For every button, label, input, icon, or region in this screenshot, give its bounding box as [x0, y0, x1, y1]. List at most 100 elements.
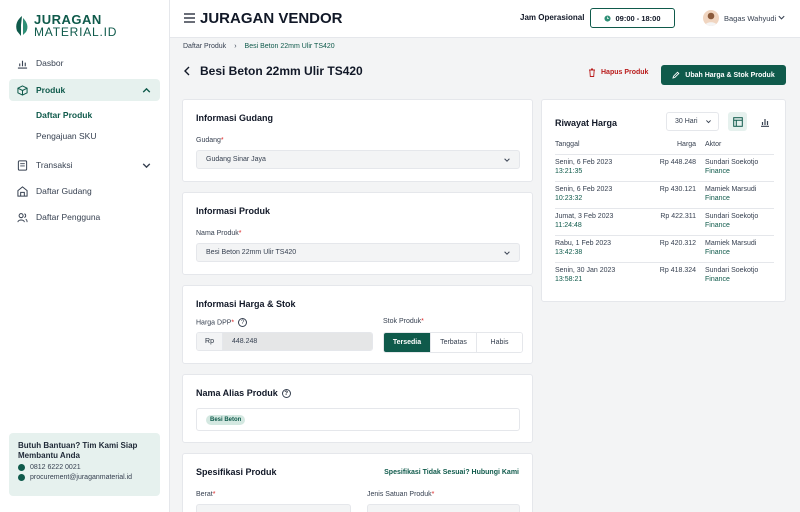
sidebar-item-dasbor[interactable]: Dasbor [9, 52, 160, 74]
topbar: JURAGAN VENDOR Jam Operasional 09:00 - 1… [170, 0, 800, 38]
chevron-down-icon [504, 251, 510, 255]
stok-option-tersedia[interactable]: Tersedia [384, 333, 430, 352]
nama-produk-select[interactable]: Besi Beton 22mm Ulir TS420 [196, 243, 520, 262]
jam-operasional-value: 09:00 - 18:00 [615, 13, 661, 23]
row-time: 10:23:32 [555, 195, 583, 202]
alias-chip[interactable]: Besi Beton [206, 415, 246, 425]
sidebar-item-daftar-gudang[interactable]: Daftar Gudang [9, 180, 160, 202]
breadcrumb-current: Besi Beton 22mm Ulir TS420 [244, 43, 335, 50]
stok-option-terbatas[interactable]: Terbatas [430, 333, 476, 352]
row-date: Senin, 6 Feb 2023 [555, 186, 613, 193]
hamburger-menu-icon[interactable] [184, 13, 195, 23]
avatar[interactable] [703, 10, 719, 26]
breadcrumb-parent[interactable]: Daftar Produk [183, 43, 226, 50]
help-phone-row[interactable]: 0812 6222 0021 [18, 464, 151, 471]
user-avatar-icon [705, 12, 717, 26]
card-informasi-produk: Informasi Produk Nama Produk* Besi Beton… [182, 192, 533, 275]
whatsapp-icon [18, 464, 25, 471]
gudang-label: Gudang* [196, 137, 224, 144]
period-select[interactable]: 30 Hari [666, 112, 719, 131]
stok-option-habis[interactable]: Habis [476, 333, 522, 352]
card-nama-alias: Nama Alias Produk? Besi Beton [182, 374, 533, 443]
gudang-value: Gudang Sinar Jaya [206, 156, 266, 163]
row-role: Finance [705, 168, 730, 175]
help-box: Butuh Bantuan? Tim Kami Siap Membantu An… [9, 433, 160, 496]
trash-icon [589, 68, 595, 77]
row-time: 13:21:35 [555, 168, 583, 175]
nama-produk-value: Besi Beton 22mm Ulir TS420 [206, 249, 297, 256]
row-price: Rp 420.312 [659, 240, 696, 247]
row-price: Rp 422.311 [660, 213, 696, 220]
card-title: Informasi Harga & Stok [196, 299, 296, 309]
row-role: Finance [705, 222, 730, 229]
sidebar-subitem-daftar-produk[interactable]: Daftar Produk [36, 110, 92, 120]
berat-input[interactable] [196, 504, 351, 512]
sidebar-item-label: Transaksi [36, 160, 73, 170]
spesifikasi-contact-link[interactable]: Spesifikasi Tidak Sesuai? Hubungi Kami [384, 469, 519, 476]
row-role: Finance [705, 276, 730, 283]
receipt-icon [17, 159, 28, 171]
logo[interactable]: JURAGAN MATERIAL.ID [13, 13, 117, 38]
harga-dpp-value: 448.248 [223, 333, 372, 350]
app-title: JURAGAN VENDOR [200, 10, 343, 27]
nama-produk-label: Nama Produk* [196, 230, 242, 237]
sidebar-item-label: Daftar Pengguna [36, 212, 101, 222]
help-phone: 0812 6222 0021 [30, 464, 81, 471]
berat-label: Berat* [196, 491, 216, 498]
box-icon [17, 84, 28, 96]
sidebar: JURAGAN MATERIAL.ID Dasbor Produk Daftar… [0, 0, 170, 512]
harga-dpp-input[interactable]: Rp 448.248 [196, 332, 373, 351]
sidebar-item-label: Produk [36, 85, 66, 95]
email-icon [18, 474, 25, 481]
card-informasi-harga-stok: Informasi Harga & Stok Harga DPP*? Rp 44… [182, 285, 533, 364]
gudang-select[interactable]: Gudang Sinar Jaya [196, 150, 520, 169]
row-date: Senin, 30 Jan 2023 [555, 267, 616, 274]
jenis-satuan-select[interactable] [367, 504, 520, 512]
riwayat-title: Riwayat Harga [555, 118, 618, 128]
chevron-down-icon[interactable] [777, 13, 786, 22]
edit-price-stock-button[interactable]: Ubah Harga & Stok Produk [661, 65, 786, 85]
help-circle-icon[interactable]: ? [238, 318, 248, 327]
table-row: Senin, 6 Feb 2023 13:21:35 Rp 448.248 Su… [555, 154, 774, 181]
user-name[interactable]: Bagas Wahyudi [724, 14, 776, 23]
card-title: Informasi Gudang [196, 113, 274, 123]
back-arrow-icon[interactable] [183, 66, 191, 76]
row-date: Rabu, 1 Feb 2023 [555, 240, 612, 247]
delete-product-button[interactable]: Hapus Produk [588, 68, 648, 77]
row-price: Rp 430.121 [659, 186, 696, 193]
warehouse-icon [17, 185, 28, 197]
clock-icon [604, 14, 612, 22]
edit-price-stock-label: Ubah Harga & Stok Produk [685, 71, 775, 79]
alias-input[interactable]: Besi Beton [196, 408, 520, 431]
sidebar-item-produk[interactable]: Produk [9, 79, 160, 101]
sidebar-item-label: Dasbor [36, 58, 64, 68]
sidebar-subitem-pengajuan-sku[interactable]: Pengajuan SKU [36, 131, 97, 141]
row-price: Rp 448.248 [659, 159, 696, 166]
help-title: Butuh Bantuan? Tim Kami Siap Membantu An… [18, 441, 138, 460]
help-circle-icon[interactable]: ? [281, 389, 291, 399]
jenis-satuan-label: Jenis Satuan Produk* [367, 491, 435, 498]
stok-produk-label: Stok Produk* [383, 318, 424, 325]
page-head: Besi Beton 22mm Ulir TS420 [183, 64, 363, 78]
card-spesifikasi-produk: Spesifikasi Produk Spesifikasi Tidak Ses… [182, 453, 533, 512]
table-row: Senin, 6 Feb 2023 10:23:32 Rp 430.121 Ma… [555, 181, 774, 208]
row-time: 13:42:38 [555, 249, 583, 256]
table-view-button[interactable] [728, 112, 747, 131]
sidebar-item-label: Daftar Gudang [36, 186, 92, 196]
row-date: Jumat, 3 Feb 2023 [555, 213, 614, 220]
col-header-aktor: Aktor [705, 141, 722, 148]
col-header-harga: Harga [677, 141, 697, 148]
sidebar-item-daftar-pengguna[interactable]: Daftar Pengguna [9, 206, 160, 228]
row-price: Rp 418.324 [659, 267, 696, 274]
help-email-row[interactable]: procurement@juraganmaterial.id [18, 474, 151, 481]
breadcrumb: Daftar Produk › Besi Beton 22mm Ulir TS4… [183, 43, 335, 50]
chart-view-button[interactable] [755, 112, 774, 131]
row-actor: Mamiek Marsudi [705, 186, 757, 193]
delete-product-label: Hapus Produk [601, 69, 649, 76]
chevron-down-icon [706, 120, 711, 124]
jam-operasional-label: Jam Operasional [520, 13, 585, 22]
row-date: Senin, 6 Feb 2023 [555, 159, 613, 166]
card-title: Nama Alias Produk? [196, 388, 291, 399]
sidebar-item-transaksi[interactable]: Transaksi [9, 154, 160, 176]
card-riwayat-harga: Riwayat Harga 30 Hari Tanggal Harga Akto… [541, 99, 786, 302]
